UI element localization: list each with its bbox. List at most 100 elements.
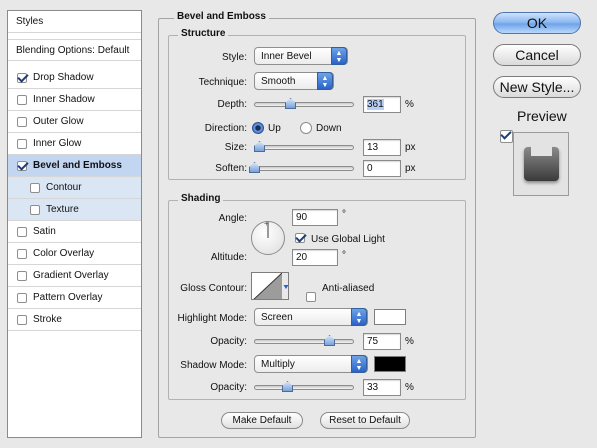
shadow-opacity-unit: % [405,382,414,393]
cancel-label: Cancel [515,47,559,63]
direction-label: Direction: [204,123,247,134]
angle-field[interactable]: 90 [292,209,338,226]
style-popup-value: Inner Bevel [261,50,312,62]
drop-shadow-checkbox[interactable] [17,72,27,83]
blending-options-item[interactable]: Blending Options: Default [8,39,141,61]
ok-label: OK [526,15,548,31]
texture-checkbox[interactable] [30,204,40,215]
preview-thumbnail-icon [513,132,569,196]
style-item-color-overlay[interactable]: Color Overlay [8,243,141,265]
inner-shadow-checkbox[interactable] [17,94,27,105]
style-item-texture[interactable]: Texture [8,199,141,221]
altitude-value: 20 [296,252,308,263]
use-global-light-label: Use Global Light [311,234,385,245]
color-overlay-checkbox[interactable] [17,248,27,259]
shadow-mode-label: Shadow Mode: [180,360,247,371]
new-style-button[interactable]: New Style... [493,76,581,98]
gloss-contour-graph [253,273,288,299]
shadow-mode-popup[interactable]: Multiply ▲ ▼ [254,355,368,373]
size-label: Size: [224,142,247,153]
make-default-button[interactable]: Make Default [221,412,303,429]
shadow-opacity-label: Opacity: [210,382,247,393]
shading-title: Shading [178,193,224,204]
angle-label: Angle: [218,213,247,224]
shadow-color-swatch[interactable] [374,356,406,372]
style-item-label: Drop Shadow [33,72,94,83]
panel-title: Bevel and Emboss [174,11,269,22]
direction-down-label: Down [316,123,342,134]
depth-slider[interactable] [254,102,354,107]
highlight-opacity-unit: % [405,336,414,347]
style-item-label: Inner Glow [33,138,82,149]
blending-options-label: Blending Options: Default [16,44,130,56]
gradient-overlay-checkbox[interactable] [17,270,27,281]
depth-label: Depth: [217,99,247,110]
highlight-opacity-slider[interactable] [254,339,354,344]
highlight-opacity-label: Opacity: [210,336,247,347]
size-unit: px [405,142,416,153]
soften-slider[interactable] [254,166,354,171]
inner-glow-checkbox[interactable] [17,138,27,149]
cancel-button[interactable]: Cancel [493,44,581,66]
direction-up-radio[interactable] [252,122,264,134]
highlight-color-swatch[interactable] [374,309,406,325]
satin-checkbox[interactable] [17,226,27,237]
style-item-label: Satin [33,226,56,237]
shadow-opacity-slider[interactable] [254,385,354,390]
style-item-drop-shadow[interactable]: Drop Shadow [8,67,141,89]
highlight-mode-popup[interactable]: Screen ▲ ▼ [254,308,368,326]
soften-field[interactable]: 0 [363,160,401,177]
contour-checkbox[interactable] [30,182,40,193]
updown-arrows-icon: ▲ ▼ [331,47,347,65]
style-item-bevel-and-emboss[interactable]: Bevel and Emboss [8,155,141,177]
style-item-pattern-overlay[interactable]: Pattern Overlay [8,287,141,309]
style-item-label: Outer Glow [33,116,84,127]
style-item-satin[interactable]: Satin [8,221,141,243]
updown-arrows-icon: ▲ ▼ [351,355,367,373]
new-style-label: New Style... [499,79,575,95]
depth-field[interactable]: 361 [363,96,401,113]
style-item-outer-glow[interactable]: Outer Glow [8,111,141,133]
gloss-contour-icon[interactable] [251,272,289,300]
style-item-gradient-overlay[interactable]: Gradient Overlay [8,265,141,287]
altitude-field[interactable]: 20 [292,249,338,266]
depth-value: 361 [367,99,384,110]
size-field[interactable]: 13 [363,139,401,156]
preview-checkbox[interactable] [500,130,513,143]
size-slider[interactable] [254,145,354,150]
style-item-inner-shadow[interactable]: Inner Shadow [8,89,141,111]
shadow-opacity-field[interactable]: 33 [363,379,401,396]
style-label: Style: [221,52,247,63]
ok-button[interactable]: OK [493,12,581,34]
anti-aliased-checkbox[interactable] [306,292,316,302]
styles-header[interactable]: Styles [8,11,141,33]
style-item-label: Texture [46,204,79,215]
bevel-and-emboss-checkbox[interactable] [17,160,27,171]
technique-popup[interactable]: Smooth ▲ ▼ [254,72,334,90]
gloss-contour-label: Gloss Contour: [180,283,247,294]
direction-down-radio[interactable] [300,122,312,134]
use-global-light-checkbox[interactable] [295,233,305,243]
style-item-stroke[interactable]: Stroke [8,309,141,331]
soften-label: Soften: [215,163,247,174]
style-item-label: Contour [46,182,82,193]
preview-label: Preview [517,108,567,124]
shadow-mode-value: Multiply [261,358,295,370]
style-item-label: Color Overlay [33,248,95,259]
pattern-overlay-checkbox[interactable] [17,292,27,303]
depth-unit: % [405,99,414,110]
preview-notch [531,146,552,156]
outer-glow-checkbox[interactable] [17,116,27,127]
shadow-opacity-value: 33 [367,382,379,393]
technique-label: Technique: [198,77,247,88]
angle-unit: ° [342,209,346,220]
style-item-inner-glow[interactable]: Inner Glow [8,133,141,155]
reset-to-default-button[interactable]: Reset to Default [320,412,410,429]
style-item-contour[interactable]: Contour [8,177,141,199]
style-popup[interactable]: Inner Bevel ▲ ▼ [254,47,348,65]
style-item-label: Pattern Overlay [33,292,103,303]
stroke-checkbox[interactable] [17,314,27,325]
highlight-opacity-field[interactable]: 75 [363,333,401,350]
soften-value: 0 [367,163,373,174]
altitude-label: Altitude: [210,252,247,263]
